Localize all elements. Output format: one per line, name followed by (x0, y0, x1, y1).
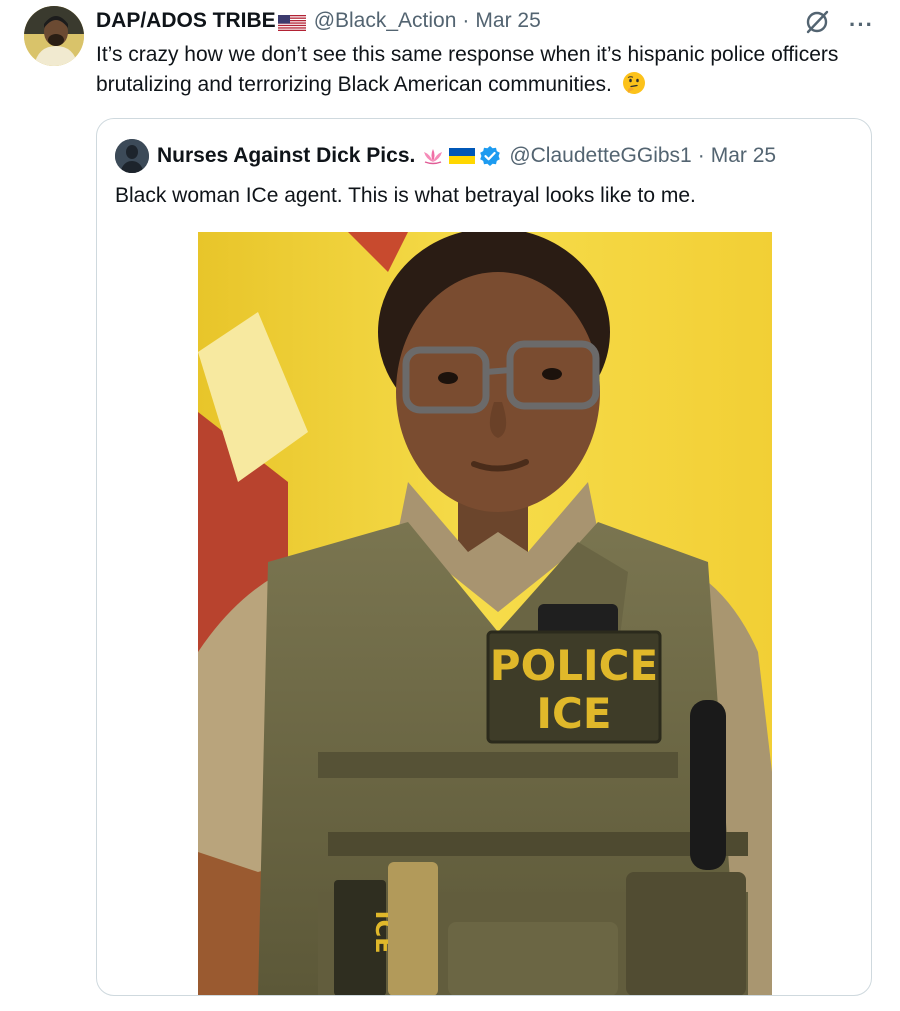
author-display-name[interactable]: DAP/ADOS TRIBE (96, 9, 276, 33)
police-patch-line2: ICE (536, 689, 611, 738)
tweet-header: DAP/ADOS TRIBE @Black_Action · Mar 25 (96, 8, 541, 34)
quoted-author-handle[interactable]: @ClaudetteGGibs1 (509, 144, 691, 168)
author-handle[interactable]: @Black_Action (314, 9, 457, 33)
quoted-tweet-text: Black woman ICe agent. This is what betr… (115, 184, 696, 207)
us-flag-icon (277, 13, 306, 31)
quoted-tweet-photo[interactable]: POLICE ICE ICE (198, 232, 772, 995)
tweet-top-actions: ··· (803, 8, 874, 41)
tweet[interactable]: DAP/ADOS TRIBE @Black_Action · Mar 25 ··… (0, 0, 900, 1011)
quoted-tweet-card[interactable]: Nurses Against Dick Pics. @ClaudetteGGib… (96, 118, 872, 996)
tweet-body: It’s crazy how we don’t see this same re… (96, 40, 856, 100)
grok-icon[interactable] (803, 8, 831, 41)
thinking-face-icon (622, 71, 646, 95)
quoted-tweet-header: Nurses Against Dick Pics. @ClaudetteGGib… (115, 139, 776, 173)
police-patch-line1: POLICE (490, 641, 658, 690)
verified-badge-icon (479, 145, 501, 167)
lotus-icon (421, 147, 445, 165)
quoted-separator-dot: · (697, 144, 705, 167)
author-avatar[interactable] (24, 6, 84, 66)
quoted-author-display-name[interactable]: Nurses Against Dick Pics. (157, 144, 415, 168)
tweet-date[interactable]: Mar 25 (475, 9, 540, 33)
quoted-author-avatar[interactable] (115, 139, 149, 173)
separator-dot: · (462, 9, 470, 32)
quoted-tweet-date[interactable]: Mar 25 (711, 144, 776, 168)
ukraine-flag-icon (449, 147, 476, 165)
more-options-icon[interactable]: ··· (849, 13, 874, 36)
tweet-text: It’s crazy how we don’t see this same re… (96, 43, 839, 96)
